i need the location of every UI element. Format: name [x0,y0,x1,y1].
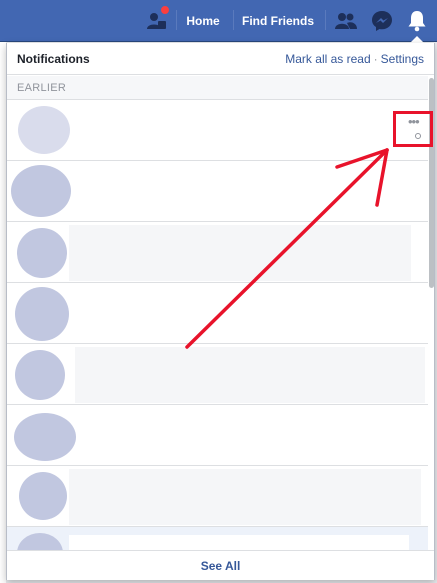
notification-content [75,347,425,403]
annotation-highlight-box [393,111,433,147]
notification-content [69,469,421,525]
avatar [19,472,67,520]
bell-icon [408,11,426,32]
friends-button[interactable] [332,0,360,42]
divider [325,10,326,30]
panel-footer: See All [7,550,434,580]
panel-header: Notifications Mark all as read · Settings [7,43,434,75]
home-link[interactable]: Home [178,0,228,42]
find-friends-label: Find Friends [242,14,314,28]
find-friends-link[interactable]: Find Friends [236,0,320,42]
notification-item[interactable] [7,161,428,222]
avatar [17,533,63,550]
avatar [15,287,69,341]
messenger-button[interactable] [368,0,396,42]
avatar [14,413,76,461]
notifications-panel: Notifications Mark all as read · Settings … [6,43,435,580]
notification-item[interactable]: ••• [7,100,428,161]
panel-actions: Mark all as read · Settings [285,52,424,66]
notification-content [69,225,411,281]
avatar [17,228,67,278]
panel-title: Notifications [17,52,90,66]
separator: · [373,52,378,66]
notification-item[interactable] [7,222,428,283]
notification-item[interactable] [7,466,428,527]
notification-item[interactable] [7,344,428,405]
mark-all-read-link[interactable]: Mark all as read [285,52,370,66]
notification-badge [160,5,170,15]
notification-content [69,535,409,550]
notification-list: ••• [7,100,428,550]
notification-item[interactable] [7,283,428,344]
friends-icon [335,13,357,29]
divider [233,10,234,30]
notification-item[interactable] [7,527,428,550]
messenger-icon [372,11,392,31]
see-all-link[interactable]: See All [201,559,241,573]
avatar [15,350,65,400]
home-label: Home [186,14,220,28]
divider [176,10,177,30]
avatar [11,165,71,217]
section-header: EARLIER [7,76,434,100]
settings-link[interactable]: Settings [381,52,424,66]
scrollbar-thumb[interactable] [429,78,434,288]
section-label: EARLIER [17,82,67,94]
avatar [18,106,70,154]
top-navigation-bar: Home Find Friends [0,0,437,43]
dropdown-caret [410,36,424,43]
notification-item[interactable] [7,405,428,466]
